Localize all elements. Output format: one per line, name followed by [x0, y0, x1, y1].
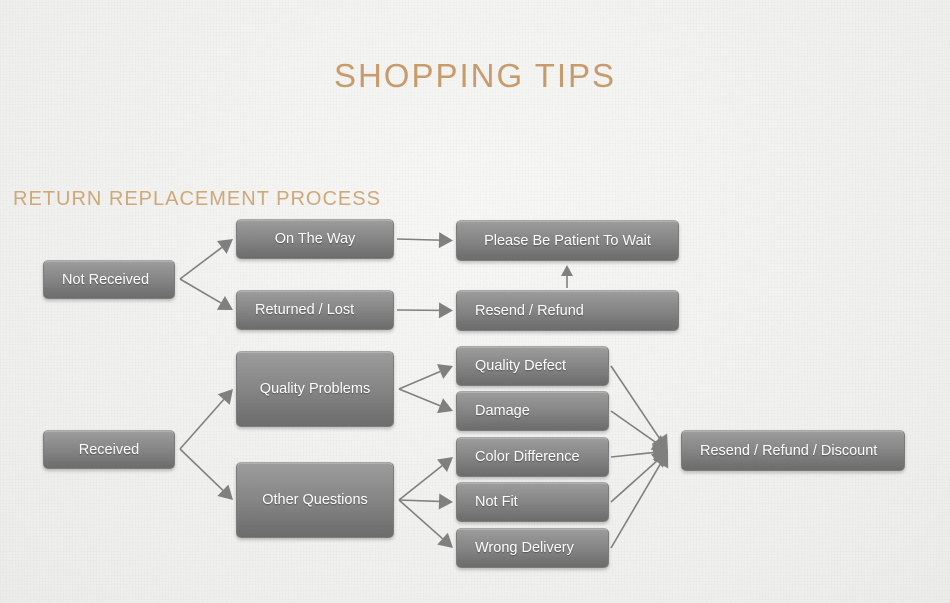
arrow-received-to-quality-problems: [179, 389, 233, 450]
flow-node-label: Damage: [475, 403, 530, 419]
diagram-canvas: SHOPPING TIPS RETURN REPLACEMENT PROCESS…: [0, 0, 950, 603]
flow-node-not-fit[interactable]: Not Fit: [456, 482, 609, 522]
arrow-color-difference-to-final: [610, 443, 668, 462]
flow-node-label: Received: [78, 441, 140, 458]
arrow-resend-refund-to-please-be-patient: [561, 265, 573, 288]
flow-node-other-questions[interactable]: Other Questions: [236, 462, 394, 538]
flow-node-please-be-patient[interactable]: Please Be Patient To Wait: [456, 220, 679, 261]
flow-node-label: Not Received: [62, 271, 150, 288]
flow-node-returned-lost[interactable]: Returned / Lost: [236, 290, 394, 330]
flow-node-damage[interactable]: Damage: [456, 391, 609, 431]
flow-node-label: Not Fit: [475, 494, 518, 510]
arrow-received-to-other-questions: [179, 448, 233, 500]
arrow-not-received-to-returned-lost: [179, 278, 233, 310]
flow-node-wrong-delivery[interactable]: Wrong Delivery: [456, 528, 609, 568]
flow-node-quality-defect[interactable]: Quality Defect: [456, 346, 609, 386]
page-title: SHOPPING TIPS: [333, 57, 617, 94]
flow-node-resend-refund[interactable]: Resend / Refund: [456, 290, 679, 331]
arrow-other-questions-to-wrong-delivery: [398, 499, 453, 548]
arrow-on-the-way-to-please-be-patient: [396, 232, 453, 249]
section-title: RETURN REPLACEMENT PROCESS: [13, 188, 381, 210]
arrow-not-fit-to-final: [610, 451, 668, 503]
flow-node-label: Returned / Lost: [255, 302, 355, 318]
arrow-damage-to-final: [610, 410, 668, 451]
arrow-wrong-delivery-to-final: [610, 451, 669, 549]
flow-node-received[interactable]: Received: [43, 430, 175, 469]
flow-node-label: Resend / Refund: [475, 302, 584, 319]
arrow-quality-problems-to-quality-defect: [398, 364, 453, 390]
flow-node-label: Color Difference: [475, 449, 580, 465]
flow-node-color-difference[interactable]: Color Difference: [456, 437, 609, 477]
flow-node-not-received[interactable]: Not Received: [43, 260, 175, 299]
flow-node-resend-refund-discount[interactable]: Resend / Refund / Discount: [681, 430, 905, 471]
flow-node-quality-problems[interactable]: Quality Problems: [236, 351, 394, 427]
flow-node-label: Quality Defect: [475, 358, 567, 374]
arrow-quality-problems-to-damage: [398, 388, 453, 414]
flow-node-on-the-way[interactable]: On The Way: [236, 219, 394, 259]
flow-node-label: Quality Problems: [259, 381, 371, 397]
flow-node-label: Please Be Patient To Wait: [484, 232, 651, 249]
arrow-not-received-to-on-the-way: [179, 239, 233, 280]
arrow-other-questions-to-not-fit: [398, 493, 453, 510]
flow-node-label: Resend / Refund / Discount: [700, 442, 878, 459]
flow-node-label: On The Way: [274, 231, 356, 247]
arrow-quality-defect-to-final: [610, 365, 668, 451]
arrow-other-questions-to-color-difference: [398, 457, 453, 501]
flow-node-label: Other Questions: [262, 492, 368, 508]
flow-node-label: Wrong Delivery: [475, 540, 574, 556]
arrow-returned-lost-to-resend-refund: [396, 302, 453, 319]
